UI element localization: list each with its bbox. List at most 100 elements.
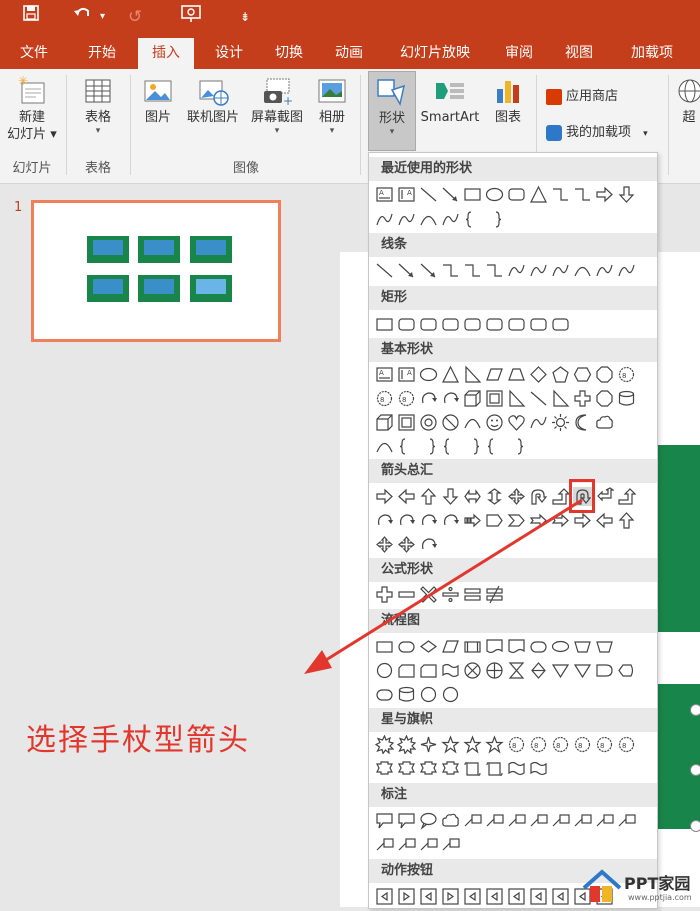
btnr-shape-icon[interactable] [441,887,463,906]
lcall-shape-icon[interactable] [573,811,595,830]
selection-handle[interactable] [690,764,700,776]
mult-shape-icon[interactable] [419,585,441,604]
vtext-shape-icon[interactable]: A [397,185,419,204]
start-from-beginning-icon[interactable] [180,4,202,32]
flowpre-shape-icon[interactable] [463,637,485,656]
rarr-shape-icon[interactable] [375,487,397,506]
rtri-shape-icon[interactable] [507,389,529,408]
screenshot-button[interactable]: + 屏幕截图 ▾ [246,71,308,137]
arc-shape-icon[interactable] [463,413,485,432]
vtext-shape-icon[interactable]: A [397,365,419,384]
flowcard-shape-icon[interactable] [419,661,441,680]
cube-shape-icon[interactable] [375,413,397,432]
plus-shape-icon[interactable] [375,585,397,604]
scroll-shape-icon[interactable] [485,759,507,778]
rrect-shape-icon[interactable] [485,315,507,334]
leftup-shape-icon[interactable] [595,487,617,506]
doc-shape-icon[interactable] [507,637,529,656]
circarr-shape-icon[interactable] [397,511,419,530]
chart-button[interactable]: 图表 [486,71,530,126]
arc-shape-icon[interactable] [375,437,397,456]
uturn-shape-icon[interactable] [529,487,551,506]
circ-shape-icon[interactable] [419,685,441,704]
pbox-shape-icon[interactable] [485,661,507,680]
curve-shape-icon[interactable] [441,210,463,229]
rrect-shape-icon[interactable] [551,315,573,334]
heart-shape-icon[interactable] [507,413,529,432]
arc-shape-icon[interactable] [419,210,441,229]
pent-shape-icon[interactable] [551,365,573,384]
rrect-shape-icon[interactable] [529,315,551,334]
notch-shape-icon[interactable] [529,511,551,530]
seal-shape-icon[interactable]: 8 [573,735,595,754]
flowdec-shape-icon[interactable] [419,637,441,656]
burst-shape-icon[interactable] [374,734,397,755]
flowmerge-shape-icon[interactable] [551,661,573,680]
uarr-shape-icon[interactable] [617,511,639,530]
cube-shape-icon[interactable] [463,389,485,408]
curve-shape-icon[interactable] [617,261,639,280]
burst-shape-icon[interactable] [396,734,419,755]
noentry-shape-icon[interactable] [441,413,463,432]
tab-animations[interactable]: 动画 [324,38,374,69]
rarr-shape-icon[interactable] [573,511,595,530]
ribbon-shape-icon[interactable] [375,759,397,778]
plus-shape-icon[interactable] [573,389,595,408]
lcall-shape-icon[interactable] [397,835,419,854]
curve-shape-icon[interactable] [529,261,551,280]
slide-image[interactable] [658,445,700,632]
brace-shape-icon[interactable] [463,210,485,229]
lcall-shape-icon[interactable] [463,811,485,830]
flowcard-shape-icon[interactable] [397,661,419,680]
photo-album-button[interactable]: 相册 ▾ [310,71,354,137]
lcall-shape-icon[interactable] [375,835,397,854]
moon-shape-icon[interactable] [573,413,595,432]
store-button[interactable]: 应用商店 [546,85,618,105]
uarr-shape-icon[interactable] [419,487,441,506]
circarr-shape-icon[interactable] [441,511,463,530]
ribbon-shape-icon[interactable] [441,759,463,778]
flowman-shape-icon[interactable] [573,637,595,656]
ellipse2-shape-icon[interactable] [551,637,573,656]
pent2-shape-icon[interactable] [485,511,507,530]
quad-shape-icon[interactable] [397,535,419,554]
elbow-shape-icon[interactable] [573,185,595,204]
customize-toolbar-icon[interactable]: ⇟ [240,4,250,30]
larr-shape-icon[interactable] [595,511,617,530]
seal-shape-icon[interactable]: 8 [595,735,617,754]
flowterm-shape-icon[interactable] [529,637,551,656]
star4-shape-icon[interactable] [419,735,441,754]
tab-addins[interactable]: 加载项 [620,38,684,69]
elbow-shape-icon[interactable] [551,185,573,204]
flowterm-shape-icon[interactable] [375,685,397,704]
circarr-shape-icon[interactable] [419,511,441,530]
frame-shape-icon[interactable] [397,413,419,432]
tab-slideshow[interactable]: 幻灯片放映 [390,38,480,69]
flowman-shape-icon[interactable] [595,637,617,656]
circarr-shape-icon[interactable] [441,389,463,408]
lcall-shape-icon[interactable] [595,811,617,830]
table-button[interactable]: 表格 ▾ [72,71,124,137]
cyl-shape-icon[interactable] [397,685,419,704]
brace-shape-icon[interactable] [485,437,507,456]
star5-shape-icon[interactable] [441,735,463,754]
oval-shape-icon[interactable] [485,185,507,204]
btn-shape-icon[interactable] [551,887,573,906]
picture-button[interactable]: 图片 [138,71,178,126]
cyl-shape-icon[interactable] [617,389,639,408]
undo-icon[interactable] [72,4,92,30]
seal-shape-icon[interactable]: 8 [617,735,639,754]
rbrace-shape-icon[interactable] [507,437,529,456]
flowsort-shape-icon[interactable] [529,661,551,680]
smartart-button[interactable]: SmartArt [418,71,482,126]
cloud-shape-icon[interactable] [441,811,463,830]
seal-shape-icon[interactable]: 8 [551,735,573,754]
seal-shape-icon[interactable]: 8 [529,735,551,754]
flowdisp-shape-icon[interactable] [617,661,639,680]
oct-shape-icon[interactable] [595,365,617,384]
lcall-shape-icon[interactable] [507,811,529,830]
lcall-shape-icon[interactable] [419,835,441,854]
notch-shape-icon[interactable] [551,511,573,530]
tab-home[interactable]: 开始 [76,38,128,69]
btn-shape-icon[interactable] [375,887,397,906]
